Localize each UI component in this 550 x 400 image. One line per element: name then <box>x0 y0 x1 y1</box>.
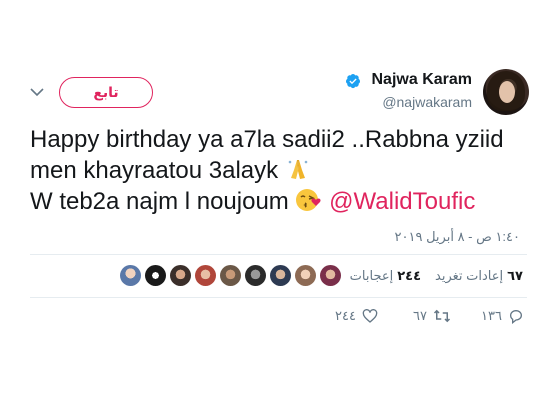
retweet-icon <box>433 309 450 323</box>
retweets-count: ٦٧ <box>507 268 523 283</box>
likes-count: ٢٤٤ <box>397 268 422 283</box>
like-count: ٢٤٤ <box>335 308 356 323</box>
liker-avatar[interactable] <box>320 265 341 286</box>
mention-link[interactable]: @WalidToufic <box>329 188 475 215</box>
retweet-action[interactable]: ٦٧ <box>413 308 451 324</box>
user-handle[interactable]: @najwakaram <box>382 94 472 110</box>
avatar-face <box>499 81 515 103</box>
liker-avatar[interactable] <box>270 265 291 286</box>
divider-bottom <box>30 297 527 298</box>
avatar[interactable] <box>483 69 529 115</box>
liker-avatar[interactable] <box>295 265 316 286</box>
tweet-line-3: W teb2a najm l noujoum @WalidToufic <box>30 186 540 217</box>
likes-stat[interactable]: ٢٤٤ إعجابات <box>350 268 421 284</box>
follow-button[interactable]: تابع <box>59 77 153 108</box>
user-name[interactable]: Najwa Karam <box>372 71 473 89</box>
tweet-card: Najwa Karam @najwakaram تابع Happy birth… <box>0 0 550 400</box>
reply-action[interactable]: ١٣٦ <box>481 308 524 324</box>
liker-avatars <box>120 265 341 287</box>
timestamp[interactable]: ١:٤٠ ص - ٨ أبريل ٢٠١٩ <box>395 229 520 245</box>
liker-avatar[interactable] <box>220 265 241 286</box>
tweet-line-1: Happy birthday ya a7la sadii2 ..Rabbna y… <box>30 126 504 153</box>
likes-label: إعجابات <box>349 268 394 283</box>
heart-icon <box>362 309 378 323</box>
face-blowing-kiss-emoji <box>296 189 322 211</box>
tweet-text: Happy birthday ya a7la sadii2 ..Rabbna y… <box>30 124 540 217</box>
tweet-line-3-text: W teb2a najm l noujoum <box>30 188 289 215</box>
liker-avatar[interactable] <box>170 265 191 286</box>
folded-hands-emoji <box>288 160 308 179</box>
liker-avatar[interactable] <box>245 265 266 286</box>
stats-row: ٦٧ إعادات تغريد ٢٤٤ إعجابات <box>336 266 523 286</box>
tweet-line-2: men khayraatou 3alayk <box>30 155 540 186</box>
tweet-line-2-text: men khayraatou 3alayk <box>30 157 279 184</box>
retweets-stat[interactable]: ٦٧ إعادات تغريد <box>435 268 523 284</box>
reply-count: ١٣٦ <box>481 308 502 323</box>
chevron-down-icon[interactable] <box>29 86 45 98</box>
divider-top <box>30 254 527 255</box>
retweet-count: ٦٧ <box>413 308 427 323</box>
liker-avatar[interactable] <box>145 265 166 286</box>
verified-badge-icon <box>346 74 360 89</box>
reply-icon <box>509 310 522 324</box>
liker-avatar[interactable] <box>195 265 216 286</box>
like-action[interactable]: ٢٤٤ <box>335 308 378 324</box>
liker-avatar[interactable] <box>120 265 141 286</box>
retweets-label: إعادات تغريد <box>435 268 504 283</box>
